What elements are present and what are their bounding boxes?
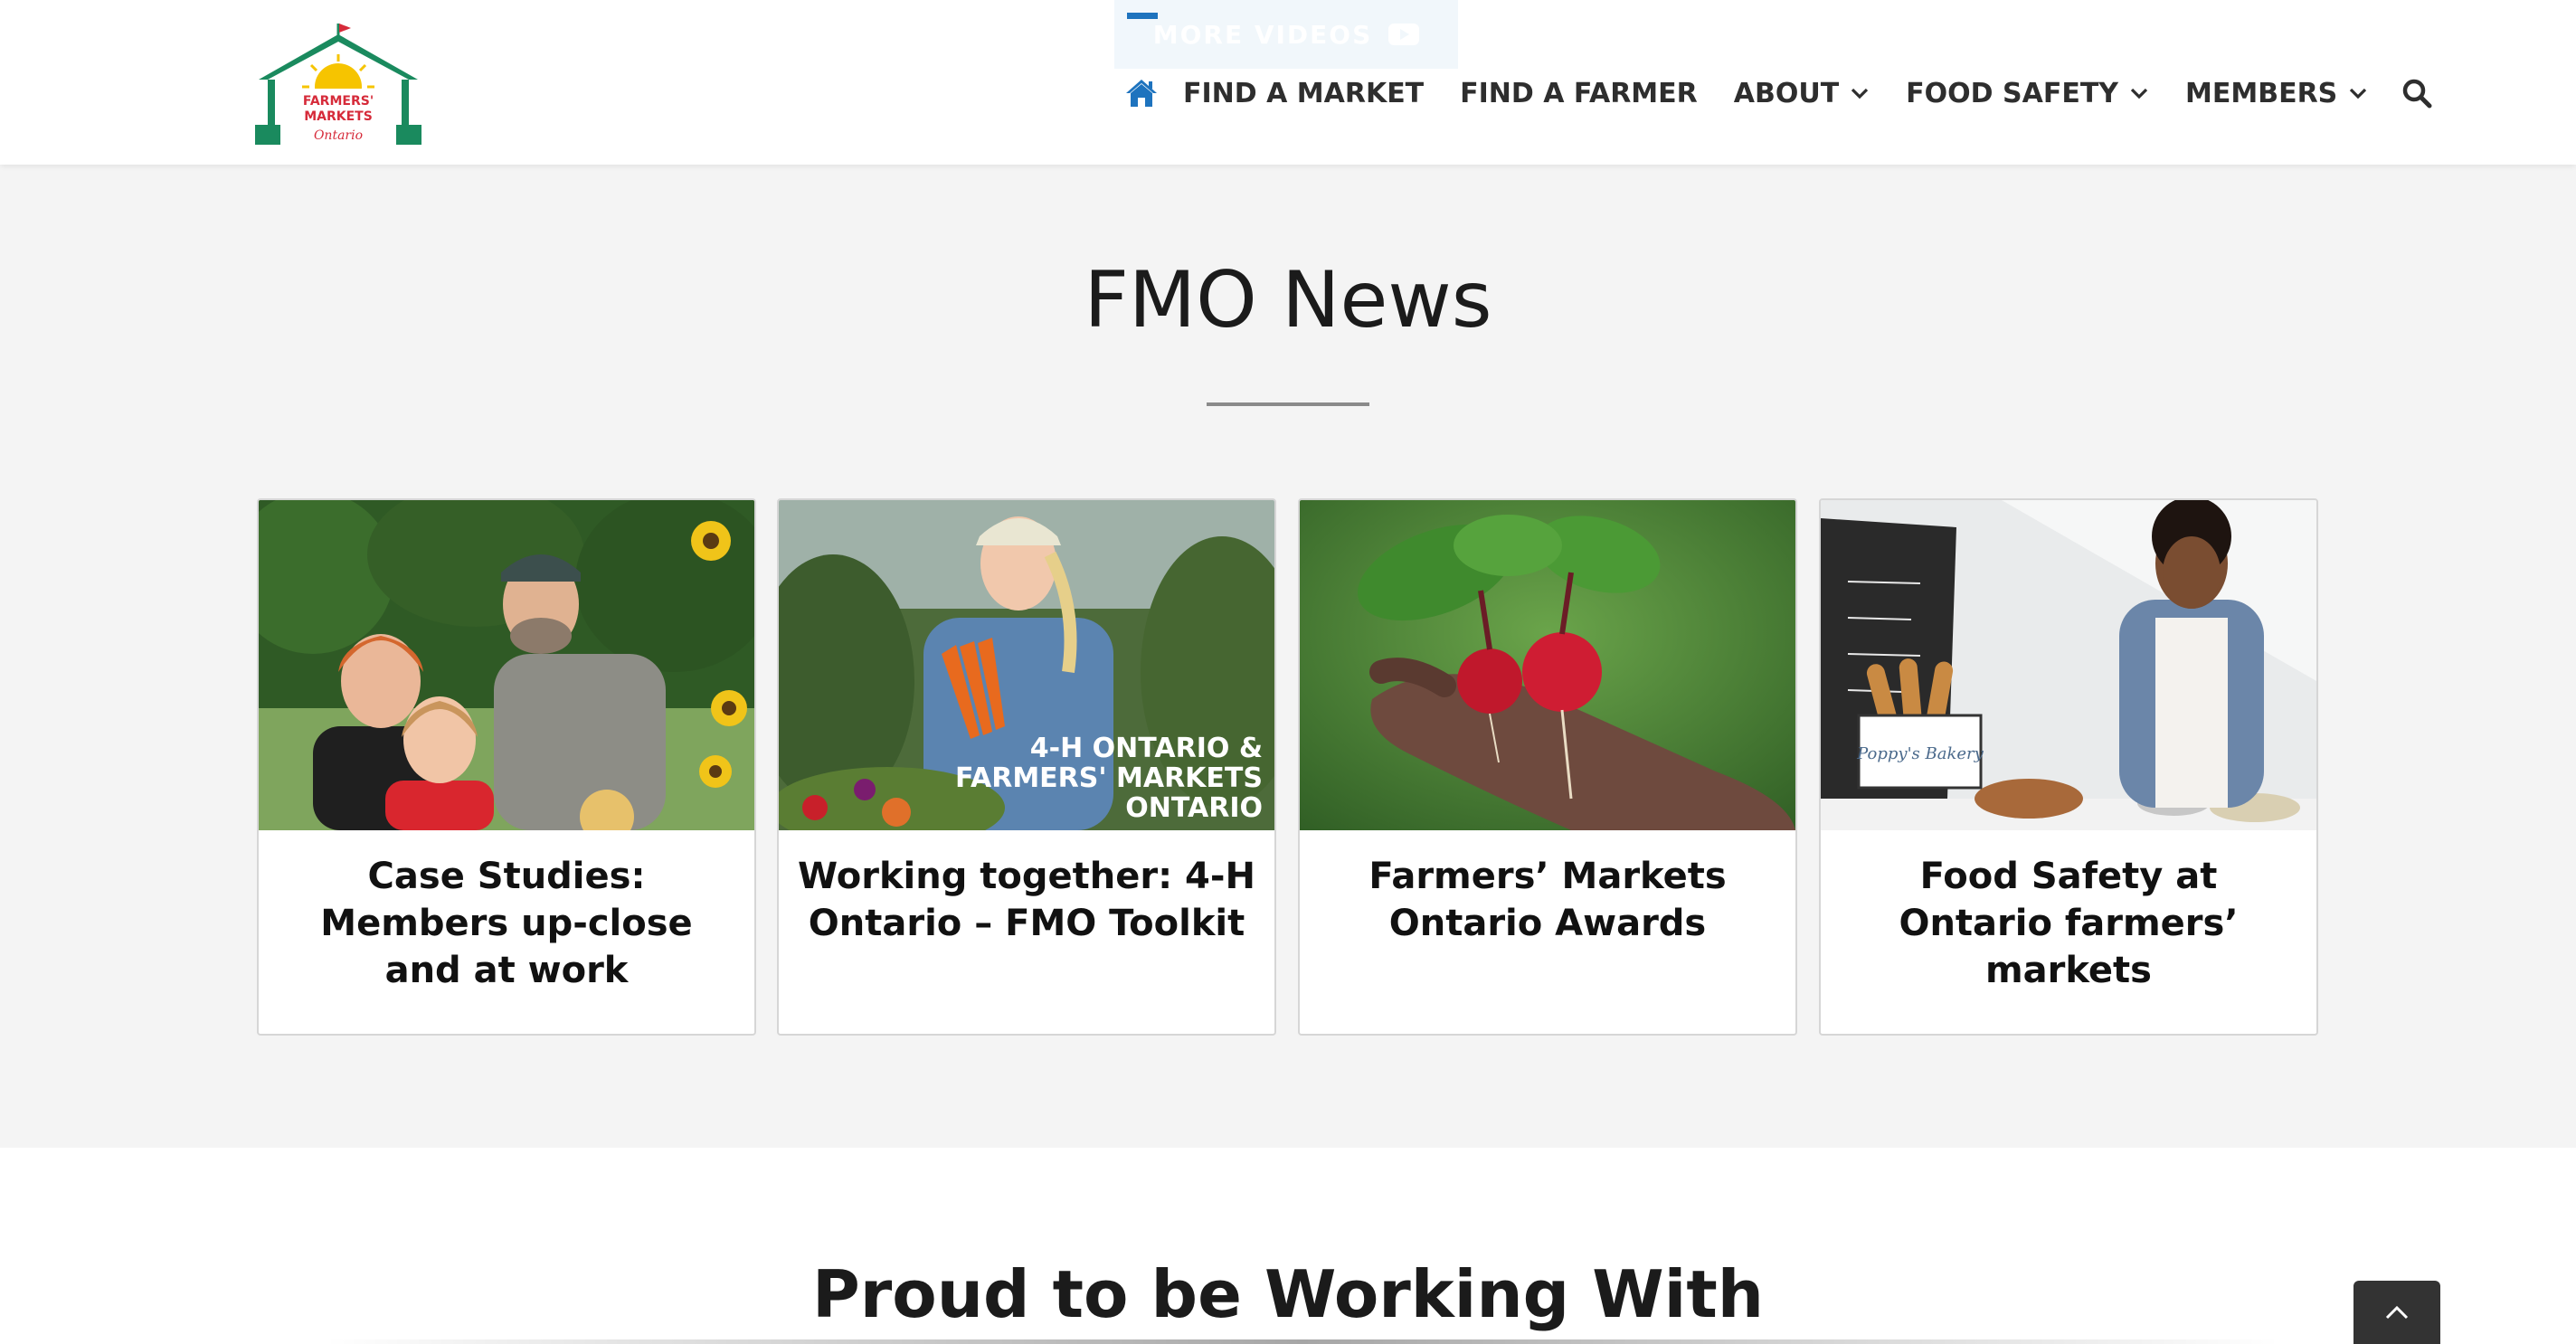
news-card-4h-toolkit[interactable]: 4-H ONTARIO & FARMERS' MARKETS ONTARIO W…: [777, 498, 1276, 1036]
nav-about[interactable]: ABOUT: [1734, 78, 1870, 109]
nav-home[interactable]: [1122, 71, 1161, 116]
partners-section: Proud to be Working With: [0, 1148, 2576, 1344]
site-logo[interactable]: FARMERS' MARKETS Ontario: [255, 24, 421, 150]
news-card-image[interactable]: [1300, 500, 1795, 830]
news-card-image[interactable]: [259, 500, 754, 830]
nav-label: ABOUT: [1733, 77, 1840, 109]
active-nav-indicator: [1127, 13, 1158, 19]
section-title: Proud to be Working With: [811, 1256, 1764, 1332]
section-shadow-divider: [326, 1339, 2279, 1344]
radishes-photo: [1300, 500, 1795, 830]
chevron-up-icon: [2385, 1305, 2409, 1320]
nav-food-safety[interactable]: FOOD SAFETY: [1906, 78, 2149, 109]
svg-text:FARMERS' MARKETS: FARMERS' MARKETS: [955, 762, 1263, 794]
news-card-awards[interactable]: Farmers’ Markets Ontario Awards: [1298, 498, 1797, 1036]
svg-text:Poppy's Bakery: Poppy's Bakery: [1856, 744, 1984, 763]
news-card-case-studies[interactable]: Case Studies: Members up-close and at wo…: [257, 498, 756, 1036]
news-card-image[interactable]: Poppy's Bakery: [1821, 500, 2316, 830]
chevron-down-icon: [2130, 88, 2148, 99]
svg-text:ONTARIO: ONTARIO: [1125, 792, 1263, 824]
news-card-title[interactable]: Working together: 4-H Ontario – FMO Tool…: [797, 853, 1256, 947]
svg-text:MARKETS: MARKETS: [304, 109, 373, 124]
bakery-vendor-photo: Poppy's Bakery: [1821, 500, 2316, 830]
news-card-title[interactable]: Food Safety at Ontario farmers’ markets: [1839, 853, 2298, 994]
nav-find-a-farmer[interactable]: FIND A FARMER: [1460, 78, 1698, 109]
title-separator: [1207, 402, 1369, 406]
nav-label: MEMBERS: [2185, 77, 2338, 109]
nav-find-a-market[interactable]: FIND A MARKET: [1183, 78, 1424, 109]
family-photo: [259, 500, 754, 830]
logo-icon: FARMERS' MARKETS Ontario: [255, 24, 421, 145]
svg-text:Ontario: Ontario: [314, 128, 363, 143]
chevron-down-icon: [1852, 88, 1869, 99]
news-card-image[interactable]: 4-H ONTARIO & FARMERS' MARKETS ONTARIO: [779, 500, 1274, 830]
chevron-down-icon: [2350, 88, 2367, 99]
more-videos-button[interactable]: MORE VIDEOS: [1114, 0, 1458, 69]
search-icon: [2403, 79, 2432, 109]
news-section: FMO News Case Studies: Members up-close …: [0, 165, 2576, 1148]
news-card-title[interactable]: Case Studies: Members up-close and at wo…: [277, 853, 736, 994]
more-videos-label: MORE VIDEOS: [1152, 19, 1373, 50]
svg-text:4-H ONTARIO &: 4-H ONTARIO &: [1030, 733, 1263, 764]
back-to-top-button[interactable]: [2353, 1281, 2440, 1344]
nav-members[interactable]: MEMBERS: [2185, 78, 2368, 109]
main-nav: FIND A MARKET FIND A FARMER ABOUT FOOD S…: [1122, 13, 2435, 116]
news-card-food-safety[interactable]: Poppy's Bakery Food Safety at Ontario fa…: [1819, 498, 2318, 1036]
svg-text:FARMERS': FARMERS': [303, 94, 374, 109]
search-button[interactable]: [2399, 75, 2435, 111]
page: FARMERS' MARKETS Ontario MORE VIDEOS FIN…: [0, 0, 2576, 1344]
news-card-title[interactable]: Farmers’ Markets Ontario Awards: [1318, 853, 1777, 947]
site-header: FARMERS' MARKETS Ontario MORE VIDEOS FIN…: [0, 0, 2576, 165]
home-icon: [1126, 80, 1157, 107]
nav-label: FOOD SAFETY: [1906, 77, 2119, 109]
youtube-icon: [1388, 24, 1420, 45]
nav-label: FIND A FARMER: [1460, 77, 1698, 109]
nav-label: FIND A MARKET: [1183, 77, 1425, 109]
section-title: FMO News: [1084, 255, 1492, 345]
girl-with-carrots-photo: 4-H ONTARIO & FARMERS' MARKETS ONTARIO: [779, 500, 1274, 830]
